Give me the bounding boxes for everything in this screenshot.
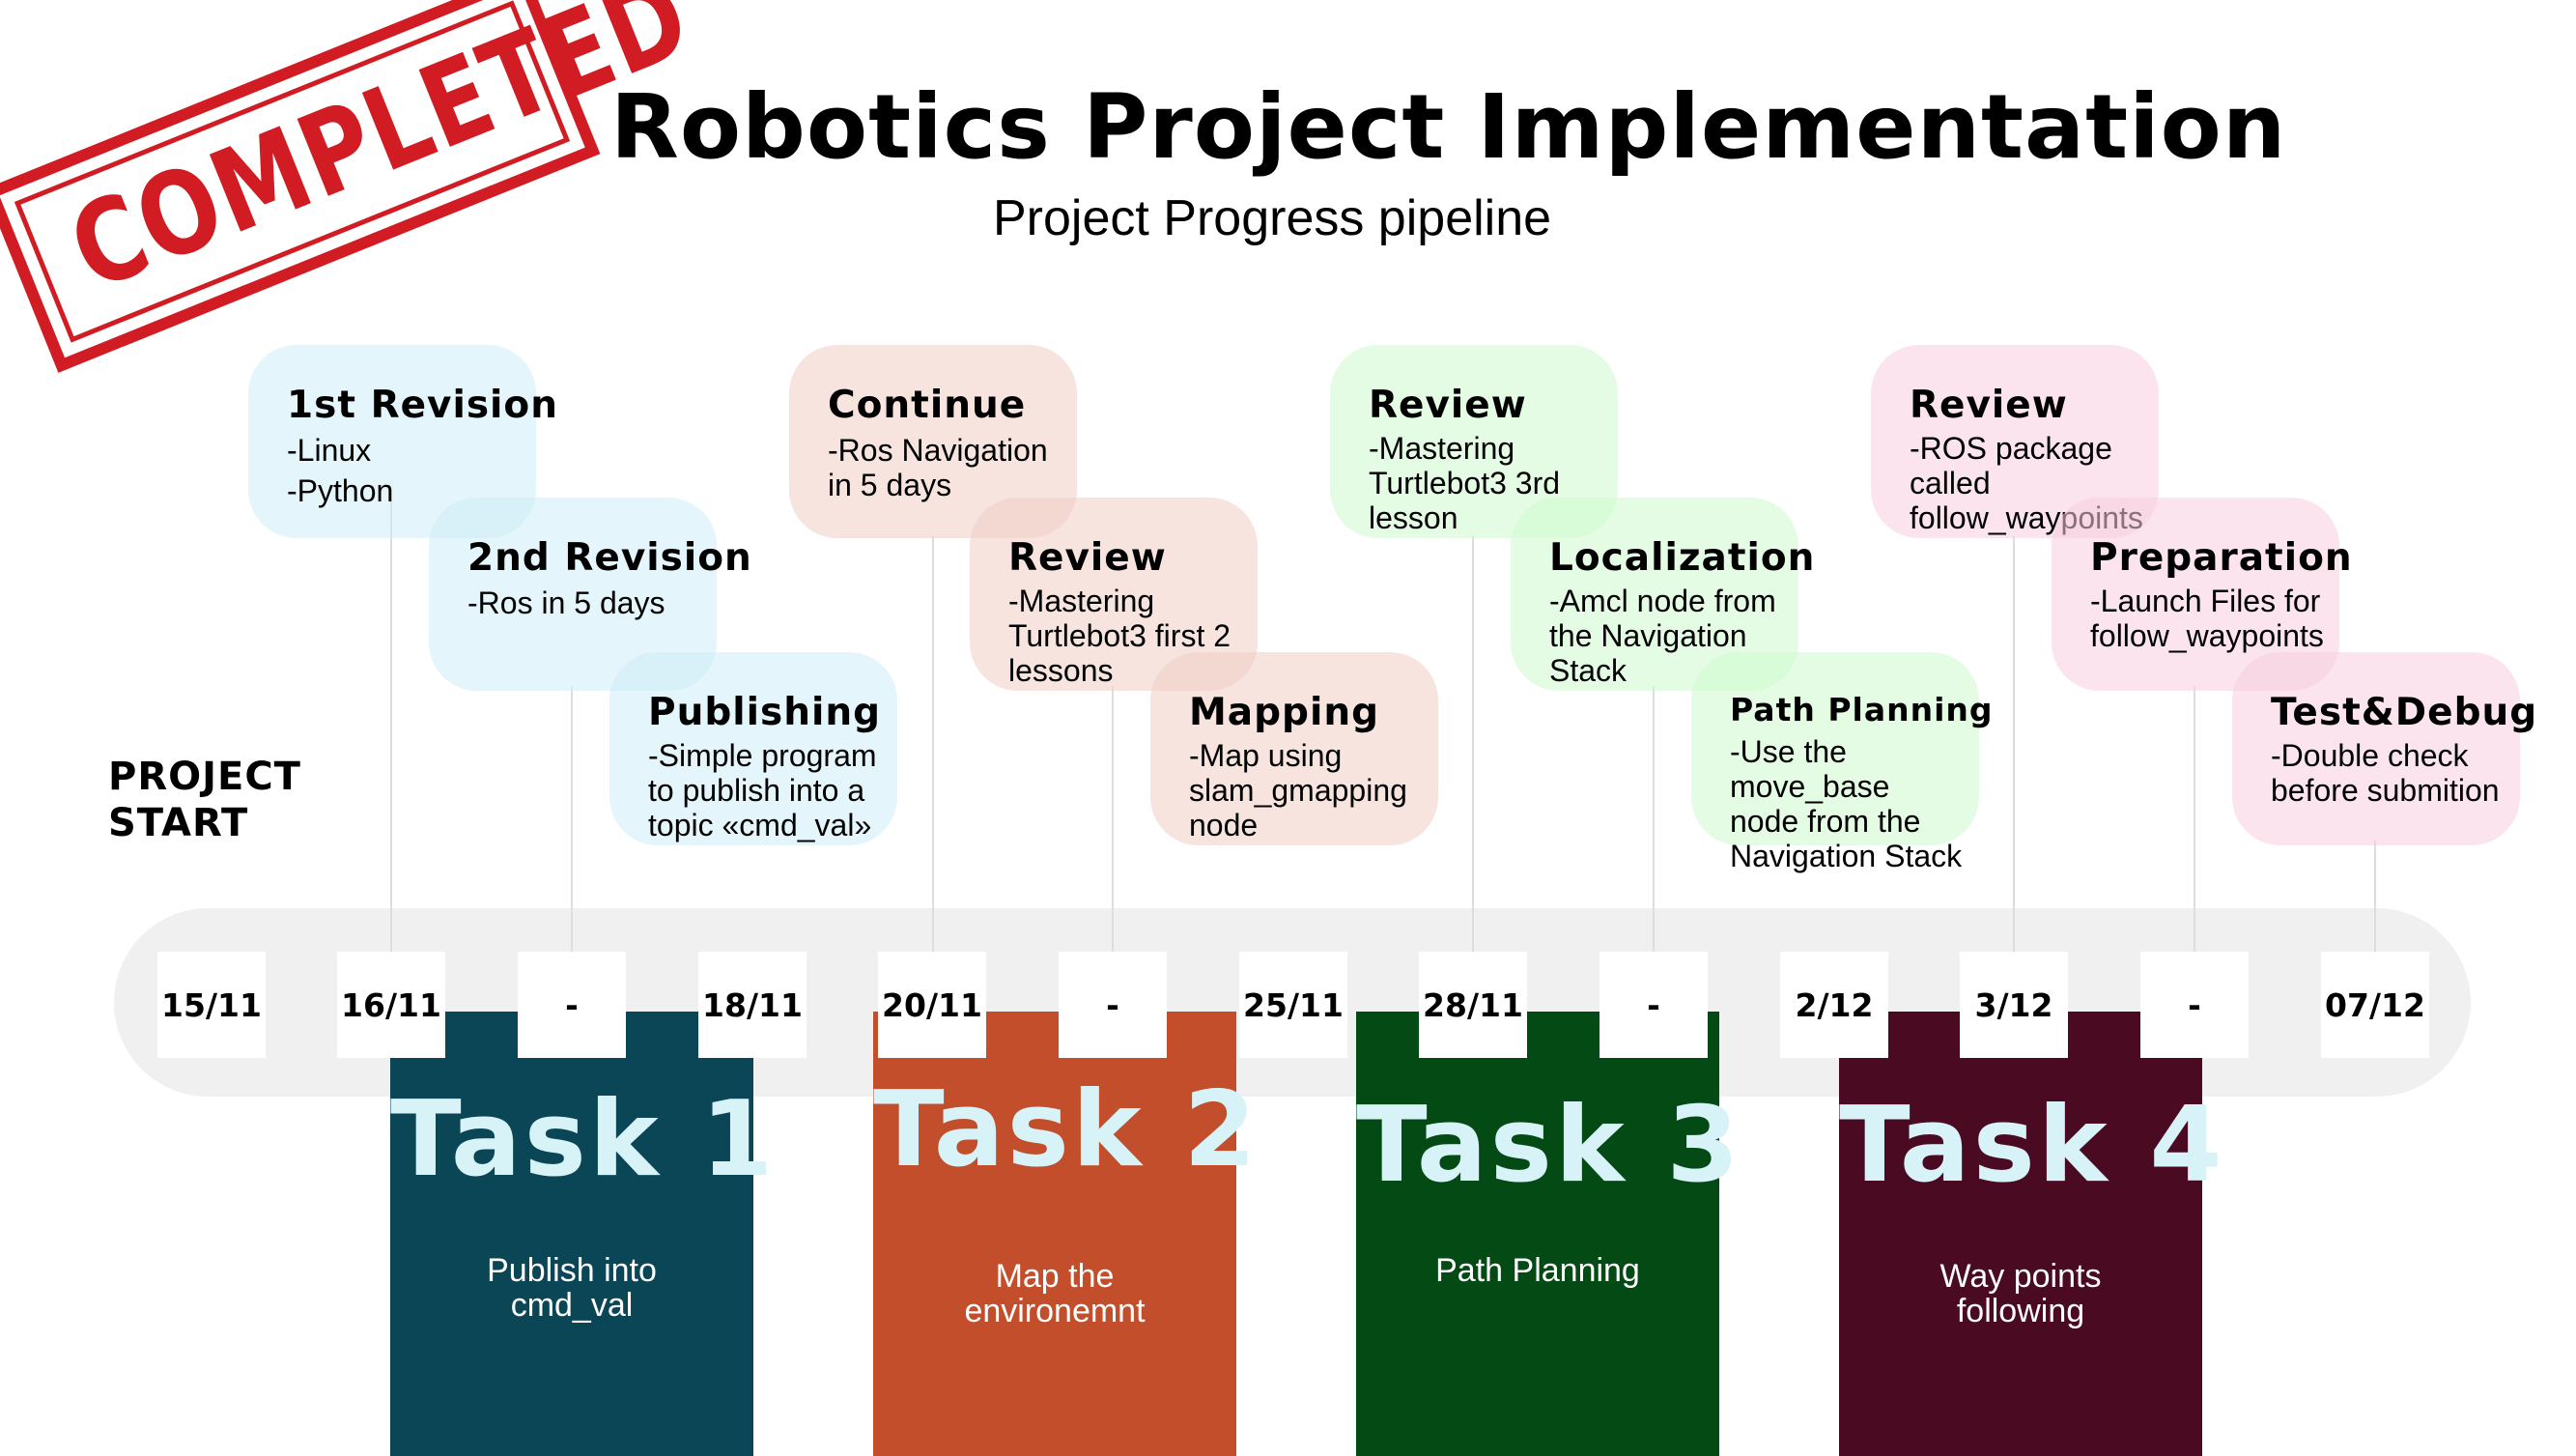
milestone-line: -Use the: [1730, 734, 1847, 769]
connector-line: [1112, 686, 1114, 952]
timeline-date: 18/11: [698, 952, 807, 1058]
milestone-title: 1st Revision: [287, 384, 558, 427]
task-block-3: Task 3 Path Planning: [1356, 1012, 1742, 1456]
milestone-line: -Mastering: [1369, 431, 1515, 466]
timeline-date: 15/11: [157, 952, 266, 1058]
milestone-line: -Double check: [2271, 738, 2469, 773]
connector-line: [1472, 536, 1474, 952]
task-block-4: Task 4 Way points following: [1839, 1012, 2225, 1456]
milestone-card-test-debug: Test&Debug -Double check before submitio…: [2232, 652, 2538, 845]
stamp-text: COMPLETED: [52, 0, 708, 317]
milestone-title: Test&Debug: [2271, 691, 2538, 734]
milestone-title: Publishing: [648, 691, 882, 734]
task-description-line: Map the: [995, 1258, 1115, 1295]
project-start-line-2: START: [108, 801, 249, 845]
milestone-line: follow_waypoints: [2090, 618, 2324, 653]
milestone-line: slam_gmapping: [1189, 773, 1407, 808]
timeline-date: 16/11: [337, 952, 445, 1058]
milestone-line: -ROS package: [1910, 431, 2112, 466]
milestone-line: node from the: [1730, 804, 1921, 839]
task-description-line: cmd_val: [510, 1287, 634, 1324]
milestone-line: topic «cmd_val»: [648, 808, 872, 842]
milestone-line: -Ros Navigation: [828, 433, 1048, 468]
connector-line: [1653, 686, 1655, 952]
milestone-title: Mapping: [1189, 691, 1380, 734]
task-block-2: Task 2 Map the environemnt: [873, 1012, 1260, 1456]
milestone-line: move_base: [1730, 769, 1890, 804]
milestone-line: -Mastering: [1008, 584, 1155, 618]
milestone-line: node: [1189, 808, 1259, 842]
task-name: Task 3: [1356, 1085, 1742, 1206]
milestone-line: before submition: [2271, 773, 2500, 808]
connector-line: [571, 686, 573, 952]
milestone-line: the Navigation: [1549, 618, 1747, 653]
milestone-title: Review: [1008, 536, 1167, 580]
page-subtitle: Project Progress pipeline: [993, 190, 1552, 246]
timeline-date: 2/12: [1780, 952, 1888, 1058]
milestone-line: to publish into a: [648, 773, 865, 808]
project-start-label: PROJECT START: [108, 754, 301, 846]
timeline-date: -: [1059, 952, 1167, 1058]
timeline-date: 3/12: [1960, 952, 2068, 1058]
task-description: Map the environemnt: [873, 1259, 1236, 1328]
milestone-line: -Launch Files for: [2090, 584, 2321, 618]
task-description-line: Path Planning: [1435, 1252, 1640, 1289]
connector-line: [2194, 686, 2195, 952]
task-description: Path Planning: [1356, 1253, 1719, 1288]
task-description-line: Publish into: [487, 1252, 657, 1289]
task-description: Way points following: [1839, 1259, 2202, 1328]
milestone-title: Localization: [1549, 536, 1816, 580]
task-description-line: following: [1956, 1293, 2085, 1329]
timeline-date: -: [518, 952, 626, 1058]
timeline-date: 20/11: [878, 952, 986, 1058]
milestone-title: Path Planning: [1730, 691, 1994, 728]
connector-line: [2013, 536, 2015, 952]
milestone-line: Turtlebot3 3rd: [1369, 466, 1561, 500]
milestone-line: called: [1910, 466, 1991, 500]
milestone-line: Navigation Stack: [1730, 839, 1963, 873]
milestone-title: 2nd Revision: [467, 536, 752, 580]
connector-line: [2374, 841, 2376, 952]
milestone-line: Turtlebot3 first 2: [1008, 618, 1231, 653]
milestone-line: -Simple program: [648, 738, 877, 773]
milestone-card-publishing: Publishing -Simple program to publish in…: [609, 652, 897, 845]
milestone-title: Continue: [828, 384, 1027, 427]
page-title: Robotics Project Implementation: [610, 75, 2287, 179]
timeline-date: 28/11: [1419, 952, 1527, 1058]
timeline-date: -: [1599, 952, 1708, 1058]
milestone-line: -Map using: [1189, 738, 1343, 773]
timeline-date: -: [2140, 952, 2249, 1058]
milestone-line: -Ros in 5 days: [467, 585, 665, 620]
milestone-line: -Amcl node from: [1549, 584, 1776, 618]
task-description: Publish into cmd_val: [390, 1253, 753, 1323]
project-start-line-1: PROJECT: [108, 755, 301, 799]
milestone-title: Preparation: [2090, 536, 2353, 580]
task-description-line: Way points: [1939, 1258, 2102, 1295]
milestone-line: -Linux: [287, 433, 372, 468]
task-block-1: Task 1 Publish into cmd_val: [390, 1012, 777, 1456]
connector-line: [932, 536, 934, 952]
task-name: Task 2: [873, 1070, 1260, 1190]
timeline-date: 07/12: [2321, 952, 2429, 1058]
connector-line: [390, 488, 392, 952]
task-name: Task 1: [390, 1079, 777, 1200]
completed-stamp: COMPLETED: [0, 0, 708, 373]
milestone-card-mapping: Mapping -Map using slam_gmapping node: [1150, 652, 1438, 845]
task-description-line: environemnt: [964, 1293, 1146, 1329]
milestone-title: Review: [1910, 384, 2068, 427]
milestone-title: Review: [1369, 384, 1527, 427]
task-name: Task 4: [1839, 1085, 2225, 1206]
milestone-card-path-planning: Path Planning -Use the move_base node fr…: [1691, 652, 1994, 873]
timeline-date: 25/11: [1239, 952, 1347, 1058]
